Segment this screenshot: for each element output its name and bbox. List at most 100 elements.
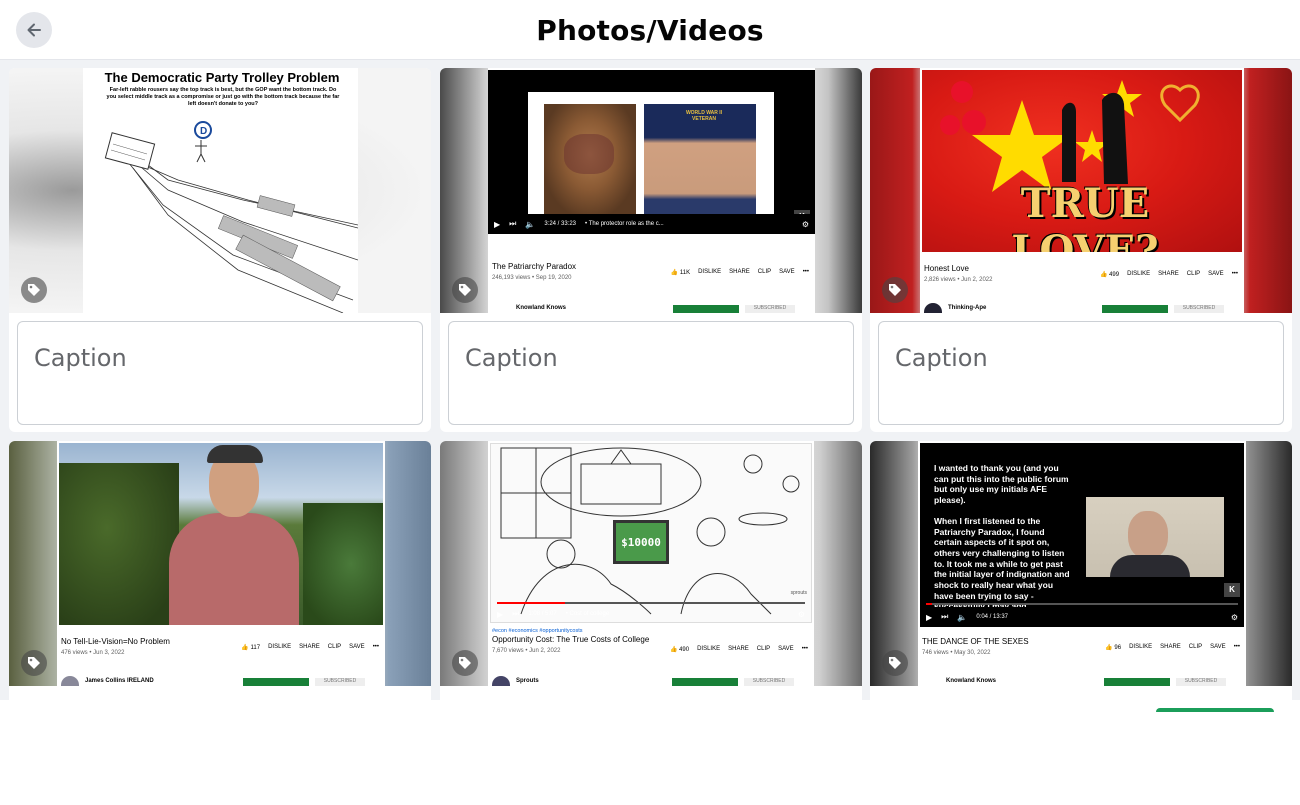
more-button[interactable]: ••• (373, 644, 379, 651)
footer-action-button[interactable] (1156, 708, 1274, 712)
next-icon[interactable]: ⏭ (509, 219, 516, 229)
lion-image (544, 104, 636, 216)
like-button[interactable]: 👍 490 (670, 646, 689, 653)
save-button[interactable]: SAVE (778, 646, 794, 653)
trolley-meme-image: The Democratic Party Trolley Problem Far… (83, 68, 358, 313)
tag-icon (459, 284, 471, 296)
media-thumbnail[interactable]: TRUE LOVE? Honest Love 2,826 views • Jun… (870, 68, 1292, 313)
video-actions: 👍 11K DISLIKE SHARE CLIP SAVE ••• (671, 269, 809, 276)
video-meta: THE DANCE OF THE SEXES 746 views • May 3… (918, 633, 1246, 656)
dialog-header: Photos/Videos (0, 0, 1300, 60)
channel-name: Knowland Knows (946, 678, 996, 684)
next-icon[interactable]: ⏭ (512, 609, 519, 619)
save-button[interactable]: SAVE (1208, 271, 1224, 278)
save-button[interactable]: SAVE (349, 644, 365, 651)
media-thumbnail[interactable]: No Tell-Lie-Vision=No Problem 476 views … (9, 441, 431, 686)
subscribed-button[interactable]: SUBSCRIBED (745, 305, 795, 313)
channel-logo: K (1224, 583, 1240, 597)
tag-button[interactable] (882, 277, 908, 303)
tag-button[interactable] (452, 277, 478, 303)
clip-button[interactable]: CLIP (757, 646, 770, 653)
tag-button[interactable] (21, 650, 47, 676)
like-button[interactable]: 👍 117 (241, 644, 260, 651)
sketch-video-frame: $10000 sprouts ▶ ⏭ 1:08 / 5:07 • Cost of… (490, 443, 812, 623)
share-button[interactable]: SHARE (1158, 271, 1179, 278)
share-button[interactable]: SHARE (1160, 644, 1181, 651)
save-button[interactable]: SAVE (779, 269, 795, 276)
tag-button[interactable] (452, 650, 478, 676)
hashtags[interactable]: #econ #economics #opportunitycosts (492, 628, 810, 634)
caption-input[interactable]: Caption (448, 321, 854, 425)
share-button[interactable]: SHARE (299, 644, 320, 651)
more-button[interactable]: ••• (1232, 271, 1238, 278)
like-button[interactable]: 👍 96 (1105, 644, 1121, 651)
youtube-screenshot: WORLD WAR II VETERAN K ▶ ⏭ 🔈 3:24 / 33:2… (488, 68, 815, 313)
download-button[interactable] (672, 678, 738, 686)
webcam-frame (1086, 497, 1224, 577)
more-button[interactable]: ••• (803, 269, 809, 276)
media-thumbnail[interactable]: WORLD WAR II VETERAN K ▶ ⏭ 🔈 3:24 / 33:2… (440, 68, 862, 313)
time-display: 0:04 / 13:37 (976, 614, 1009, 620)
veteran-image: WORLD WAR II VETERAN (644, 104, 756, 216)
media-grid: The Democratic Party Trolley Problem Far… (0, 60, 1300, 805)
play-icon[interactable]: ▶ (926, 613, 932, 622)
subscribed-button[interactable]: SUBSCRIBED (1174, 305, 1224, 313)
subscribed-button[interactable]: SUBSCRIBED (744, 678, 794, 686)
dislike-button[interactable]: DISLIKE (1127, 271, 1150, 278)
subscribed-button[interactable]: SUBSCRIBED (315, 678, 365, 686)
tag-button[interactable] (21, 277, 47, 303)
outdoor-video-frame (59, 443, 383, 625)
download-button[interactable] (673, 305, 739, 313)
trolley-drawing: D (104, 121, 358, 313)
play-icon[interactable]: ▶ (494, 220, 500, 229)
more-button[interactable]: ••• (802, 646, 808, 653)
media-thumbnail[interactable]: $10000 sprouts ▶ ⏭ 1:08 / 5:07 • Cost of… (440, 441, 862, 686)
caption-input[interactable]: Caption (878, 321, 1284, 425)
like-button[interactable]: 👍 499 (1100, 271, 1119, 278)
youtube-screenshot: No Tell-Lie-Vision=No Problem 476 views … (57, 441, 385, 686)
clip-button[interactable]: CLIP (758, 269, 771, 276)
youtube-screenshot: $10000 sprouts ▶ ⏭ 1:08 / 5:07 • Cost of… (488, 441, 814, 686)
subscribed-button[interactable]: SUBSCRIBED (1176, 678, 1226, 686)
logo-letter: D (200, 126, 207, 137)
channel-name: James Collins IRELAND (85, 678, 154, 684)
play-icon[interactable]: ▶ (497, 610, 503, 619)
volume-icon[interactable]: 🔈 (957, 613, 967, 622)
channel-name: Thinking-Ape (948, 305, 987, 311)
video-meta: No Tell-Lie-Vision=No Problem 476 views … (57, 633, 385, 656)
tag-icon (459, 657, 471, 669)
channel-row: Knowland Knows SUBSCRIBED (488, 301, 815, 313)
next-icon[interactable]: ⏭ (941, 612, 948, 622)
settings-icon[interactable]: ⚙ (798, 610, 805, 619)
channel-row: Knowland Knows SUBSCRIBED (918, 674, 1246, 686)
true-love-title: TRUE LOVE? (1011, 180, 1159, 252)
clip-button[interactable]: CLIP (1189, 644, 1202, 651)
download-button[interactable] (1104, 678, 1170, 686)
share-button[interactable]: SHARE (729, 269, 750, 276)
tag-icon (889, 284, 901, 296)
dislike-button[interactable]: DISLIKE (1129, 644, 1152, 651)
player-controls: ▶ ⏭ 🔈 0:04 / 13:37 ⚙ (920, 607, 1244, 627)
settings-icon[interactable]: ⚙ (1231, 613, 1238, 622)
caption-input[interactable]: Caption (17, 321, 423, 425)
tag-icon (28, 284, 40, 296)
media-thumbnail[interactable]: The Democratic Party Trolley Problem Far… (9, 68, 431, 313)
tag-icon (28, 657, 40, 669)
like-button[interactable]: 👍 11K (671, 269, 690, 276)
dislike-button[interactable]: DISLIKE (697, 646, 720, 653)
media-thumbnail[interactable]: I wanted to thank you (and you can put t… (870, 441, 1292, 686)
settings-icon[interactable]: ⚙ (802, 220, 809, 229)
volume-icon[interactable]: 🔈 (525, 220, 535, 229)
download-button[interactable] (243, 678, 309, 686)
more-button[interactable]: ••• (1234, 644, 1240, 651)
clip-button[interactable]: CLIP (328, 644, 341, 651)
dislike-button[interactable]: DISLIKE (698, 269, 721, 276)
tag-button[interactable] (882, 650, 908, 676)
dislike-button[interactable]: DISLIKE (268, 644, 291, 651)
download-button[interactable] (1102, 305, 1168, 313)
save-button[interactable]: SAVE (1210, 644, 1226, 651)
clip-button[interactable]: CLIP (1187, 271, 1200, 278)
share-button[interactable]: SHARE (728, 646, 749, 653)
quote-text: I wanted to thank you (and you can put t… (934, 463, 1070, 611)
player-controls: ▶ ⏭ 🔈 3:24 / 33:23 • The protector role … (488, 214, 815, 234)
